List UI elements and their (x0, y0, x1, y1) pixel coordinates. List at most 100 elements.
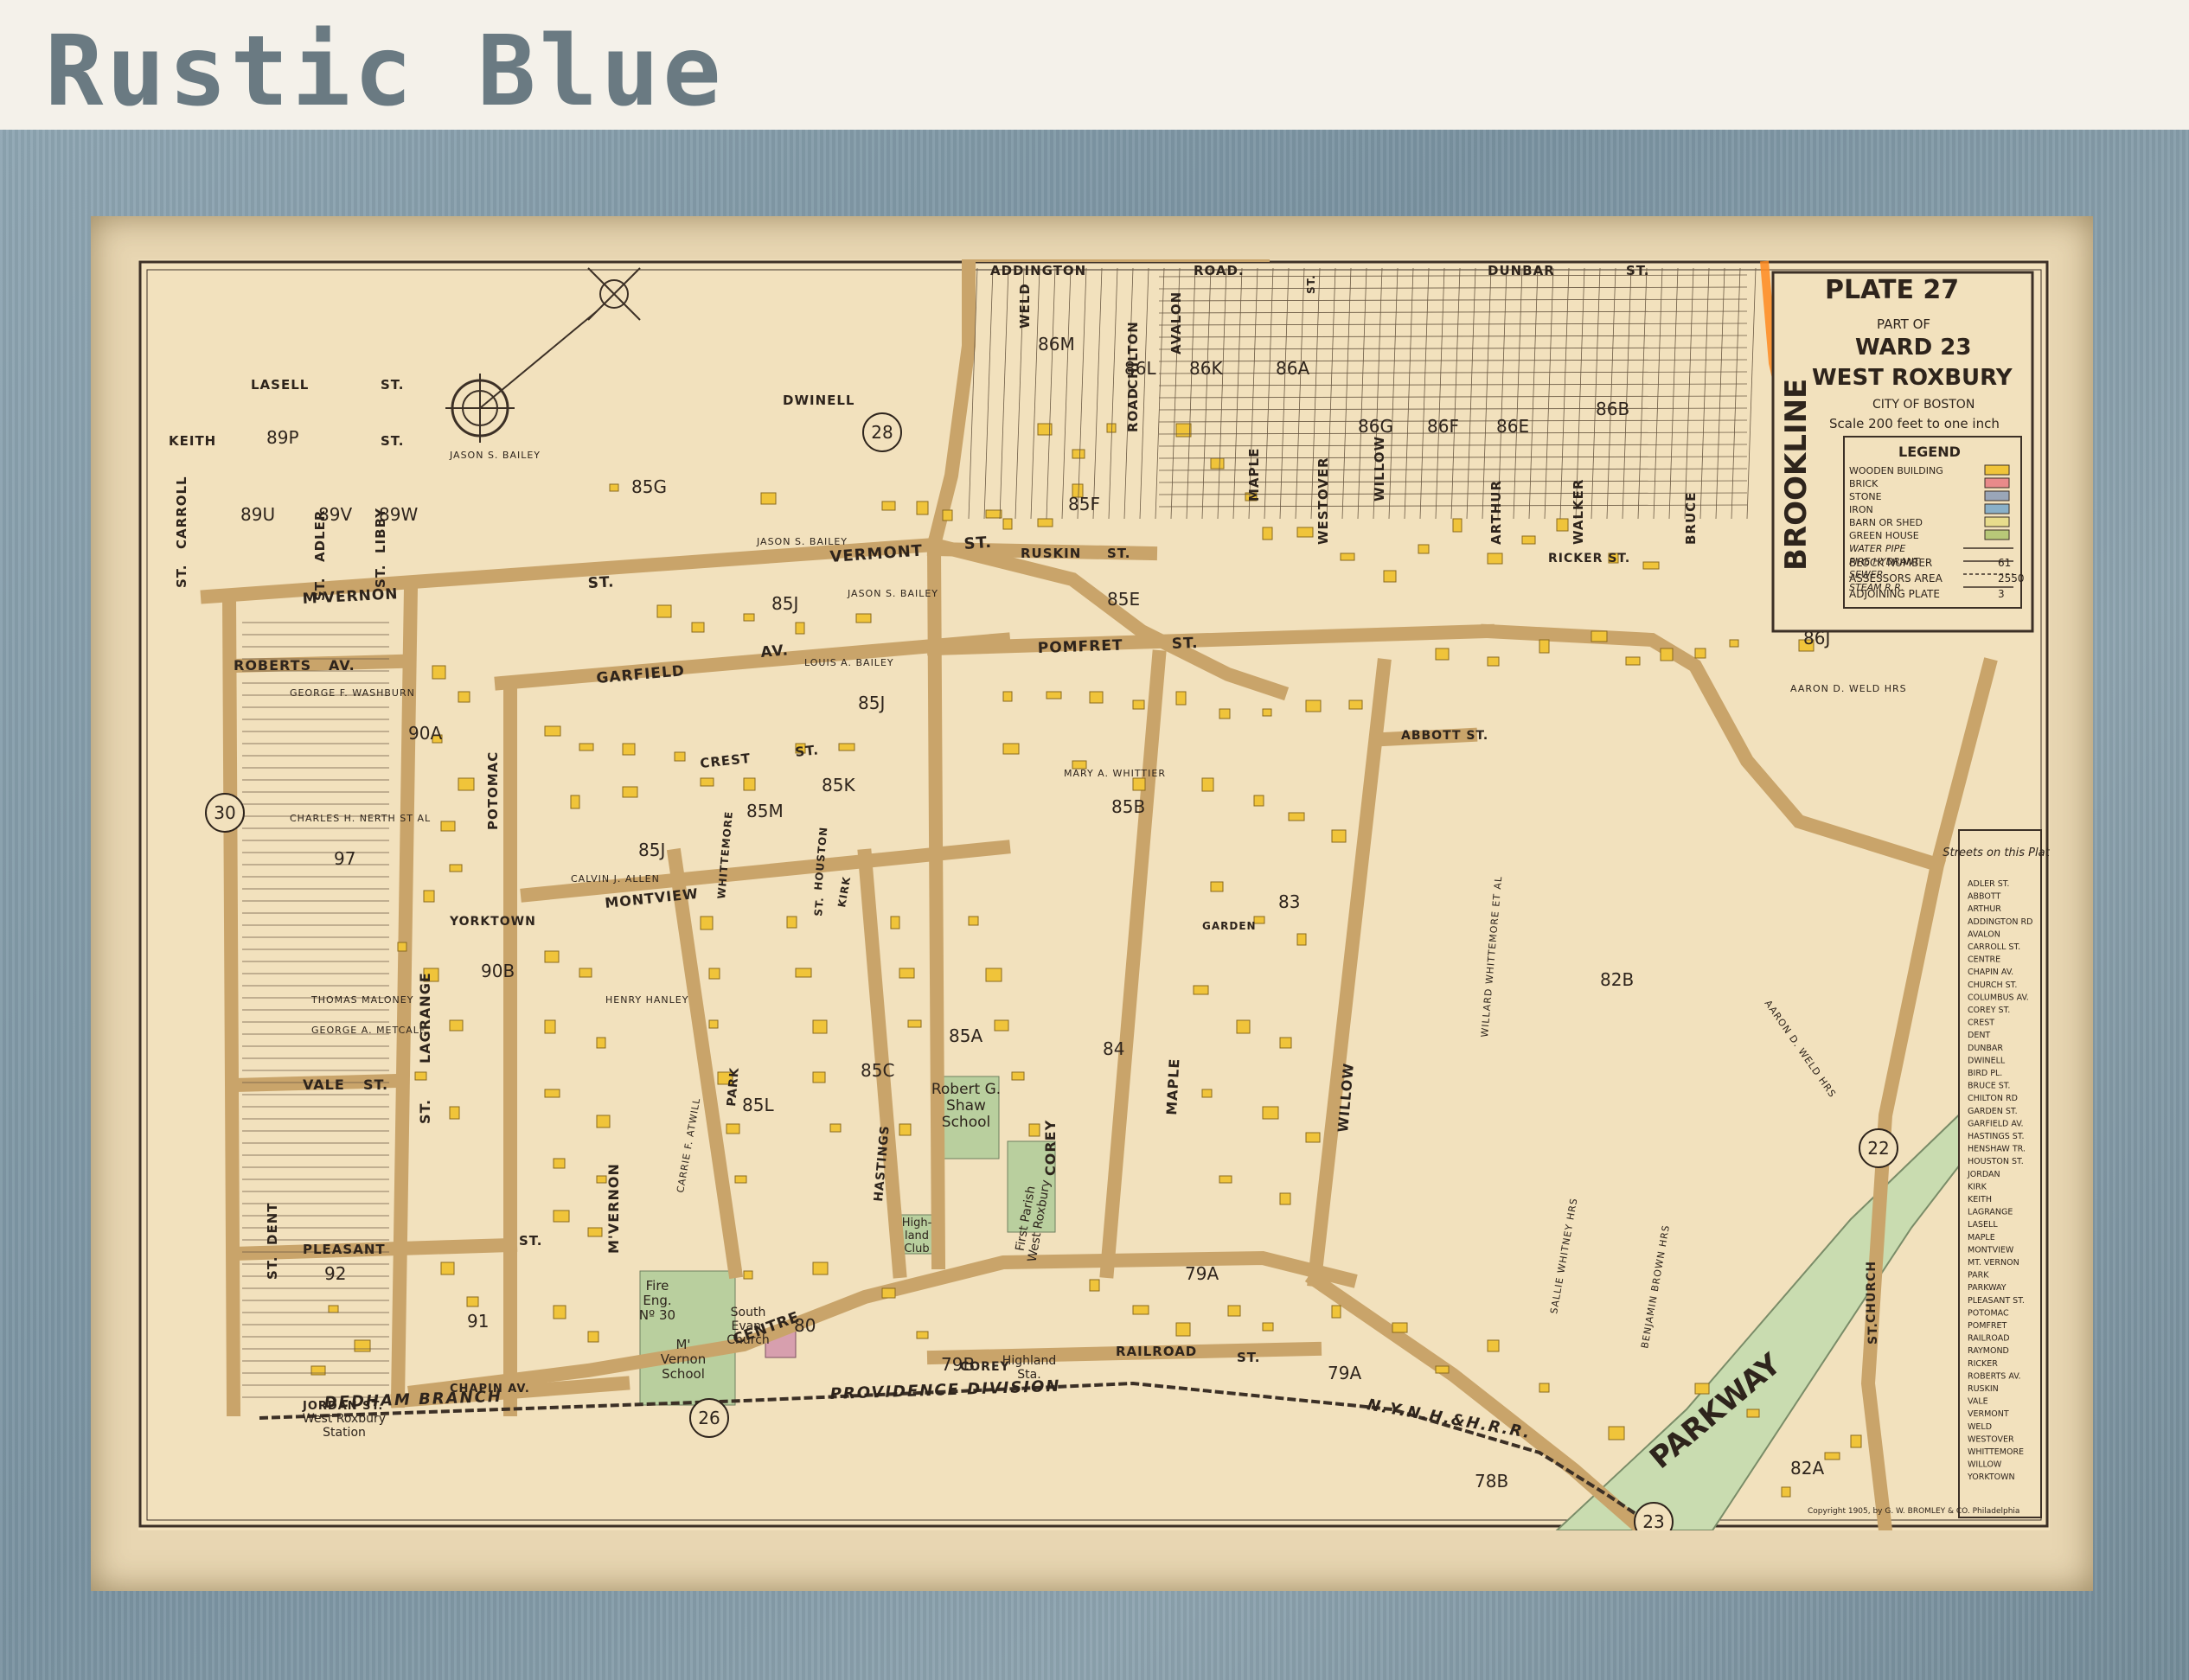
legend-item-label: GREEN HOUSE (1849, 530, 1919, 541)
streets-index-item: MONTVIEW (1968, 1245, 2014, 1255)
plate-label: PLATE 27 (1825, 275, 1959, 305)
building-footprint (1487, 1339, 1500, 1352)
building-footprint (458, 691, 470, 703)
brookline-label: BROOKLINE (1779, 379, 1814, 571)
block-number: 80 (794, 1315, 816, 1336)
streets-index-item: POMFRET (1968, 1321, 2007, 1331)
building-footprint (1132, 699, 1145, 710)
street-label: ST. (1626, 263, 1649, 278)
building-footprint (1591, 630, 1608, 642)
building-footprint (1201, 777, 1214, 792)
building-footprint (1824, 1452, 1840, 1460)
block-number: 90B (481, 961, 515, 981)
streets-index-item: COLUMBUS AV. (1968, 993, 2029, 1002)
building-footprint (812, 1262, 829, 1275)
building-footprint (994, 1019, 1009, 1032)
building-footprint (596, 1037, 606, 1049)
street-label: ST. (963, 533, 993, 553)
block-number: 78B (1475, 1471, 1508, 1492)
street-label: ST. (795, 742, 820, 760)
building-footprint (596, 1115, 611, 1128)
street-label: ADDINGTON (990, 263, 1086, 278)
street-label: ST. (381, 433, 404, 449)
street-label: VALE (303, 1076, 345, 1093)
block-number: 84 (1103, 1038, 1124, 1059)
street-label: ST. (174, 565, 189, 588)
streets-index-item: CHILTON RD (1968, 1094, 2018, 1103)
building-footprint (354, 1339, 371, 1352)
streets-index-item: ADLER ST. (1968, 879, 2009, 889)
owner-label: THOMAS MALONEY (310, 994, 413, 1006)
owner-label: MARY A. WHITTIER (1064, 768, 1166, 779)
streets-index-item: WILLOW (1968, 1460, 2002, 1470)
street-label: WILLOW (1372, 436, 1387, 501)
district-label: WEST ROXBURY (1812, 365, 2013, 391)
street-label: RAILROAD (1116, 1344, 1197, 1359)
block-number: 85J (771, 593, 798, 614)
building-footprint (1210, 881, 1224, 892)
block-number: 89P (266, 427, 299, 448)
legend-extra-value: 61 (1998, 557, 2011, 569)
legend-title: LEGEND (1898, 444, 1961, 460)
adjoining-plate-number: 28 (871, 422, 893, 443)
legend-extra-value: 2550 (1998, 572, 2025, 584)
street-label: ABBOTT ST. (1401, 729, 1488, 743)
building-footprint (726, 1123, 740, 1134)
fire-station-label: Nº 30 (639, 1307, 675, 1323)
building-footprint (985, 509, 1002, 519)
streets-index-item: CARROLL ST. (1968, 942, 2020, 952)
church-label: South (731, 1306, 766, 1319)
school-label: School (662, 1366, 705, 1382)
street-label: ROAD. (1194, 263, 1245, 278)
building-footprint (1072, 449, 1085, 459)
building-footprint (1487, 553, 1503, 565)
street-label: PLEASANT (303, 1242, 386, 1257)
block-number: 86F (1427, 416, 1459, 437)
church-label: Evan. (731, 1319, 765, 1333)
block-number: 86E (1496, 416, 1529, 437)
building-footprint (1694, 648, 1706, 659)
building-footprint (942, 509, 953, 521)
club-label: Club (904, 1242, 929, 1255)
streets-index-item: RICKER (1968, 1359, 1998, 1369)
building-footprint (881, 1287, 896, 1299)
city-label: CITY OF BOSTON (1872, 398, 1975, 412)
owner-label: JASON S. BAILEY (847, 588, 938, 599)
building-footprint (1201, 1089, 1213, 1098)
owner-label: CALVIN J. ALLEN (571, 873, 660, 885)
building-footprint (440, 1262, 455, 1275)
building-footprint (1625, 656, 1641, 666)
street-label: ST. (1305, 274, 1317, 294)
building-footprint (609, 483, 619, 492)
block-number: 85G (631, 476, 667, 497)
copyright-note: Copyright 1905, by G. W. BROMLEY & CO. P… (1808, 1507, 2019, 1516)
streets-index-item: PLEASANT ST. (1968, 1296, 2025, 1306)
street-label: RUSKIN (1021, 546, 1081, 561)
fire-station-label: Eng. (643, 1293, 671, 1308)
school-label: Vernon (661, 1351, 706, 1367)
block-number: 91 (467, 1311, 489, 1332)
street-label: LAGRANGE (417, 972, 433, 1064)
legend-symbol-label: WATER PIPE (1849, 543, 1905, 554)
street-label: ST. (1866, 1322, 1880, 1345)
owner-label: JASON S. BAILEY (756, 536, 848, 547)
building-footprint (1435, 1365, 1450, 1374)
part-of-label: PART OF (1877, 316, 1930, 332)
streets-index-item: COREY ST. (1968, 1006, 2010, 1015)
building-footprint (1011, 1071, 1025, 1081)
building-footprint (1262, 1322, 1274, 1332)
legend-item-label: WOODEN BUILDING (1849, 465, 1943, 476)
building-footprint (1660, 648, 1674, 661)
street-dent (221, 589, 241, 1417)
block-number: 89V (318, 504, 352, 525)
building-footprint (708, 968, 720, 980)
map-canvas: ADDINGTON ROAD. DUNBAR ST. LASELL ST. KEITH ST.… (138, 248, 2057, 1542)
owner-label: HENRY HANLEY (605, 994, 688, 1006)
building-footprint (812, 1019, 828, 1034)
scale-label: Scale 200 feet to one inch (1829, 416, 2000, 431)
building-footprint (1002, 691, 1013, 702)
street-label: AVALON (1168, 291, 1184, 355)
building-footprint (544, 1089, 560, 1098)
building-footprint (544, 950, 560, 963)
block-number: 85F (1068, 494, 1100, 514)
